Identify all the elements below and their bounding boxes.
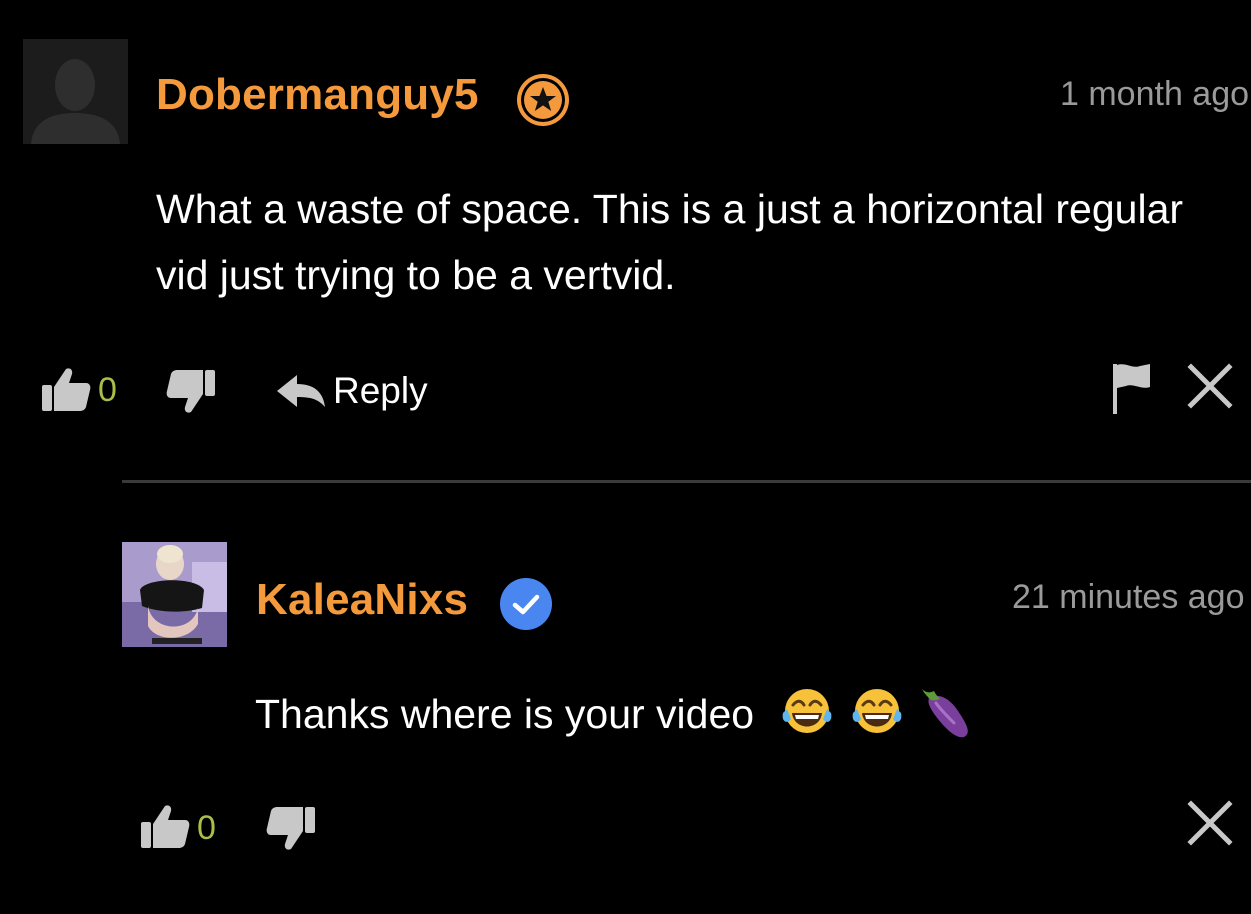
user-photo [122,542,227,647]
thumbs-down-icon[interactable] [165,368,217,416]
reply-label: Reply [333,370,428,411]
username[interactable]: KaleaNixs [256,575,468,625]
tears-of-joy-emoji-icon [852,689,902,734]
thumbs-down-icon[interactable] [265,805,317,853]
username[interactable]: Dobermanguy5 [156,70,479,120]
comment-text: Thanks where is your video [255,681,1155,747]
avatar[interactable] [122,542,227,647]
verified-badge-icon [500,578,552,630]
silhouette-icon [23,39,128,144]
thumbs-up-icon[interactable] [40,365,92,413]
reply-arrow-icon [277,375,325,407]
comment-reply: KaleaNixs 21 minutes ago Thanks where is… [0,484,1251,914]
like-count: 0 [98,371,117,409]
eggplant-emoji-icon [922,689,969,738]
divider [122,480,1251,483]
close-icon[interactable] [1186,799,1234,847]
comment: Dobermanguy5 1 month ago What a waste of… [0,0,1251,470]
flag-icon[interactable] [1110,361,1154,415]
timestamp: 1 month ago [1060,75,1250,113]
thumbs-up-icon[interactable] [139,802,191,850]
like-count: 0 [197,809,216,847]
reply-button[interactable]: Reply [275,368,428,414]
timestamp: 21 minutes ago [1012,578,1245,616]
star-badge-icon [517,74,569,126]
comment-text: What a waste of space. This is a just a … [156,186,1184,298]
tears-of-joy-emoji-icon [783,689,832,734]
close-icon[interactable] [1186,362,1234,410]
comment-text-body: Thanks where is your video [255,691,755,737]
avatar[interactable] [23,39,128,144]
